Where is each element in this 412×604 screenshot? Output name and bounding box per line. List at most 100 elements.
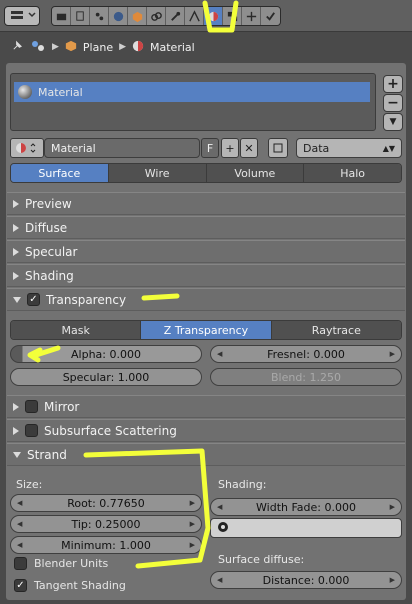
blend-value: Blend: 1.250	[270, 370, 342, 384]
blender-units-toggle[interactable]: Blender Units	[14, 557, 108, 570]
decrement-arrow-icon[interactable]: ◀	[17, 499, 22, 507]
scene-tab-icon[interactable]	[90, 7, 109, 25]
browse-material-button[interactable]	[10, 138, 44, 158]
section-preview-label: Preview	[25, 196, 72, 211]
section-mirror[interactable]: Mirror	[7, 395, 405, 418]
alpha-value: Alpha: 0.000	[71, 347, 141, 361]
section-strand[interactable]: Strand	[7, 443, 405, 466]
section-shading-label: Shading	[25, 268, 74, 283]
increment-arrow-icon[interactable]: ▶	[390, 350, 395, 358]
editor-type-button[interactable]	[4, 6, 40, 26]
width-fade-value: Width Fade: 0.000	[256, 500, 356, 514]
particles-tab-icon[interactable]	[242, 7, 261, 25]
object-tab-icon[interactable]	[128, 7, 147, 25]
slot-list-item[interactable]: Material	[14, 82, 370, 102]
decrement-arrow-icon[interactable]: ◀	[17, 541, 22, 549]
increment-arrow-icon[interactable]: ▶	[190, 541, 195, 549]
scene-icon	[30, 39, 46, 56]
minimum-field[interactable]: ◀ Minimum: 1.000 ▶	[10, 536, 202, 554]
tip-field[interactable]: ◀ Tip: 0.25000 ▶	[10, 515, 202, 533]
minimum-value: Minimum: 1.000	[61, 538, 151, 552]
section-mirror-label: Mirror	[44, 399, 80, 414]
breadcrumb-object: Plane	[82, 40, 114, 54]
uv-layer-field[interactable]	[210, 518, 402, 538]
root-field[interactable]: ◀ Root: 0.77650 ▶	[10, 494, 202, 512]
sss-checkbox[interactable]	[25, 424, 38, 437]
alpha-slider[interactable]: Alpha: 0.000	[10, 345, 202, 363]
tab-raytrace[interactable]: Raytrace	[271, 321, 401, 339]
tangent-shading-toggle[interactable]: ✓ Tangent Shading	[14, 579, 126, 592]
add-slot-button[interactable]: +	[383, 75, 403, 93]
section-specular-label: Specular	[25, 244, 78, 259]
pin-icon[interactable]	[11, 39, 24, 55]
tip-value: Tip: 0.25000	[71, 517, 141, 531]
tab-z-transparency[interactable]: Z Transparency	[141, 321, 272, 339]
blender-units-checkbox[interactable]	[14, 557, 27, 570]
decrement-arrow-icon[interactable]: ◀	[217, 350, 222, 358]
tab-mask[interactable]: Mask	[11, 321, 142, 339]
decrement-arrow-icon[interactable]: ◀	[217, 503, 222, 511]
transparency-checkbox[interactable]: ✓	[27, 293, 40, 306]
texture-tab-icon[interactable]	[223, 7, 242, 25]
material-link-select[interactable]: Data ▲▼	[296, 138, 402, 158]
uv-icon	[217, 521, 229, 536]
remove-slot-button[interactable]: −	[383, 94, 403, 112]
tab-surface[interactable]: Surface	[11, 164, 109, 182]
specular-slider[interactable]: Specular: 1.000	[10, 368, 202, 386]
section-transparency-label: Transparency	[46, 292, 127, 307]
material-name-value: Material	[51, 141, 96, 155]
collapsed-arrow-icon	[13, 199, 19, 208]
plus-icon: +	[225, 141, 235, 155]
section-strand-label: Strand	[27, 447, 67, 462]
section-specular[interactable]: Specular	[7, 240, 405, 263]
section-diffuse-label: Diffuse	[25, 220, 68, 235]
specular-value: Specular: 1.000	[62, 370, 150, 384]
collapsed-arrow-icon	[13, 271, 19, 280]
physics-tab-icon[interactable]	[261, 7, 280, 25]
tab-volume[interactable]: Volume	[206, 164, 305, 182]
increment-arrow-icon[interactable]: ▶	[190, 499, 195, 507]
material-name-field[interactable]: Material	[44, 138, 200, 158]
fresnel-field[interactable]: ◀ Fresnel: 0.000 ▶	[210, 345, 402, 363]
render-tab-icon[interactable]	[52, 7, 71, 25]
decrement-arrow-icon[interactable]: ◀	[17, 520, 22, 528]
layers-tab-icon[interactable]	[71, 7, 90, 25]
section-diffuse[interactable]: Diffuse	[7, 216, 405, 239]
width-fade-field[interactable]: ◀ Width Fade: 0.000 ▶	[210, 498, 402, 516]
increment-arrow-icon[interactable]: ▶	[390, 503, 395, 511]
root-value: Root: 0.77650	[67, 496, 145, 510]
decrement-arrow-icon[interactable]: ◀	[217, 576, 222, 584]
unlink-material-button[interactable]: ✕	[240, 138, 258, 158]
breadcrumb-material: Material	[150, 40, 195, 54]
mirror-checkbox[interactable]	[25, 400, 38, 413]
section-transparency[interactable]: ✓ Transparency	[7, 288, 405, 311]
tab-halo[interactable]: Halo	[304, 164, 401, 182]
expanded-arrow-icon	[13, 451, 21, 458]
section-shading[interactable]: Shading	[7, 264, 405, 287]
new-material-button[interactable]: +	[221, 138, 239, 158]
size-label: Size:	[16, 478, 43, 491]
increment-arrow-icon[interactable]: ▶	[390, 576, 395, 584]
section-sss[interactable]: Subsurface Scattering	[7, 419, 405, 442]
modifiers-tab-icon[interactable]	[166, 7, 185, 25]
distance-field[interactable]: ◀ Distance: 0.000 ▶	[210, 571, 402, 589]
expanded-arrow-icon	[13, 296, 21, 303]
tangent-shading-checkbox[interactable]: ✓	[14, 579, 27, 592]
section-preview[interactable]: Preview	[7, 192, 405, 215]
data-tab-icon[interactable]	[185, 7, 204, 25]
world-tab-icon[interactable]	[109, 7, 128, 25]
slot-specials-button[interactable]: ▼	[383, 113, 403, 131]
copy-material-button[interactable]	[268, 138, 288, 158]
section-sss-label: Subsurface Scattering	[44, 423, 177, 438]
slot-item-label: Material	[38, 85, 83, 99]
tab-wire[interactable]: Wire	[108, 164, 207, 182]
constraints-tab-icon[interactable]	[147, 7, 166, 25]
chevron-right-icon: ▶	[119, 42, 127, 52]
fresnel-value: Fresnel: 0.000	[267, 347, 345, 361]
increment-arrow-icon[interactable]: ▶	[190, 520, 195, 528]
object-icon	[65, 40, 77, 55]
material-preview-icon	[18, 85, 32, 99]
breadcrumb: ▶ Plane ▶ Material	[0, 34, 412, 60]
fake-user-button[interactable]: F	[201, 138, 219, 158]
material-tab-icon[interactable]	[204, 7, 223, 25]
